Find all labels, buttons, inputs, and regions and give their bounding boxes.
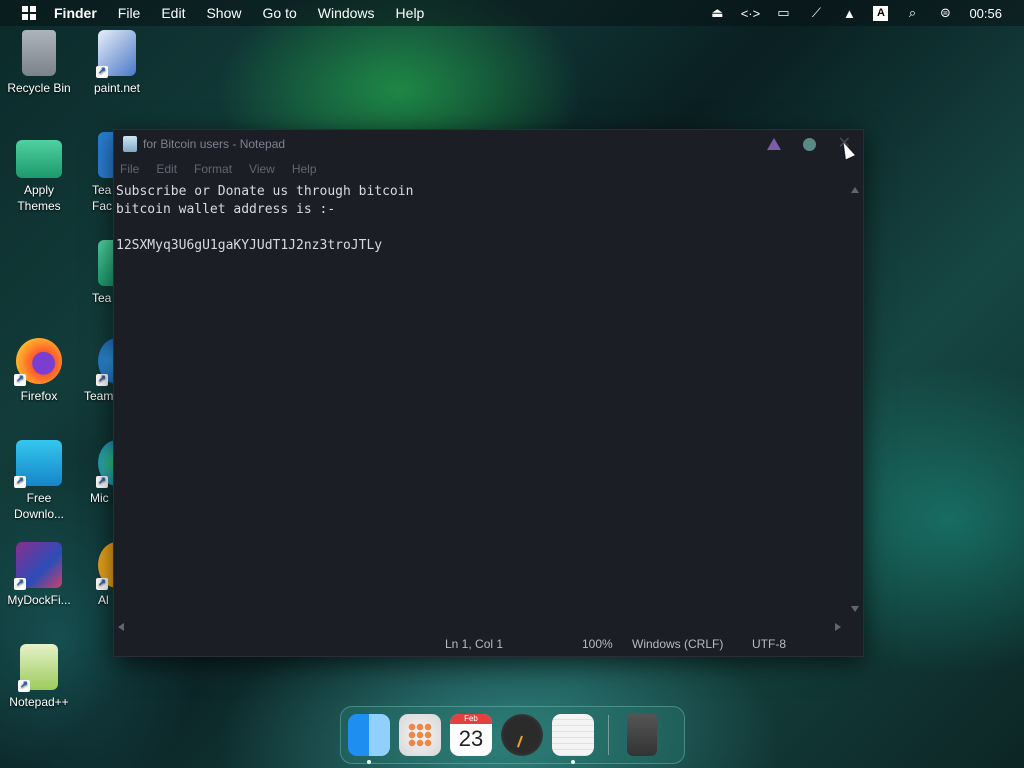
download-manager-icon: ↗ — [14, 440, 62, 488]
code-icon[interactable]: <·> — [741, 4, 761, 22]
menu-bar: Finder File Edit Show Go to Windows Help… — [0, 0, 1024, 26]
scroll-down-arrow-icon[interactable] — [851, 606, 859, 612]
windows-logo-icon[interactable] — [22, 6, 36, 20]
launchpad-grid-icon — [408, 723, 432, 747]
notepad-menu-edit[interactable]: Edit — [156, 162, 177, 176]
network-icon[interactable]: ⟋ — [807, 4, 825, 22]
search-icon[interactable]: ⌕ — [903, 4, 921, 22]
minimize-button[interactable] — [766, 138, 781, 150]
menu-go-to[interactable]: Go to — [263, 5, 297, 21]
system-tray: ⏏ <·> ▭ ⟋ ▲ A ⌕ ⊜ 00:56 — [708, 0, 1024, 26]
desktop-icon-apply-themes[interactable]: Apply Themes — [0, 136, 78, 214]
menu-app-finder[interactable]: Finder — [54, 5, 97, 21]
firefox-icon: ↗ — [14, 338, 62, 386]
dock-separator — [608, 715, 609, 755]
mydockfinder-icon: ↗ — [14, 542, 62, 590]
desktop-icon-paint-net[interactable]: ↗ paint.net — [78, 30, 156, 96]
calendar-day: 23 — [458, 726, 484, 751]
dock: Feb 23 — [340, 706, 685, 764]
recycle-bin-icon — [22, 30, 56, 76]
dock-calendar[interactable]: Feb 23 — [450, 714, 492, 756]
paint-net-icon: ↗ — [96, 30, 136, 78]
menu-file[interactable]: File — [118, 5, 141, 21]
desktop-icon-firefox[interactable]: ↗ Firefox — [0, 338, 78, 404]
menu-edit[interactable]: Edit — [161, 5, 185, 21]
notepad-menu-format[interactable]: Format — [194, 162, 232, 176]
notepad-plus-plus-icon: ↗ — [18, 644, 58, 692]
status-encoding: UTF-8 — [752, 637, 786, 651]
folder-icon — [16, 140, 62, 178]
keyboard-indicator[interactable]: A — [873, 5, 889, 21]
scroll-right-arrow-icon[interactable] — [835, 623, 841, 631]
menu-help[interactable]: Help — [396, 5, 425, 21]
notepad-app-icon — [123, 136, 137, 152]
dock-trash[interactable] — [627, 714, 657, 756]
dock-clock[interactable] — [501, 714, 543, 756]
notepad-menu-help[interactable]: Help — [292, 162, 317, 176]
dock-launchpad[interactable] — [399, 714, 441, 756]
dock-finder[interactable] — [348, 714, 390, 764]
notepad-window: for Bitcoin users - Notepad ✕ File Edit … — [113, 129, 864, 657]
maximize-button[interactable] — [802, 137, 816, 151]
upload-icon[interactable]: ▲ — [840, 4, 858, 22]
desktop-icon-recycle-bin[interactable]: Recycle Bin — [0, 30, 78, 96]
notepad-menu-bar: File Edit Format View Help — [114, 158, 863, 180]
menu-show[interactable]: Show — [206, 5, 241, 21]
notepad-menu-view[interactable]: View — [249, 162, 275, 176]
clock-hands-icon — [516, 735, 523, 748]
menu-windows[interactable]: Windows — [318, 5, 375, 21]
notepad-title: for Bitcoin users - Notepad — [143, 137, 286, 151]
desktop-icon-notepad-plus-plus[interactable]: ↗ Notepad++ — [0, 644, 78, 710]
running-indicator — [367, 760, 371, 764]
notepad-title-bar[interactable]: for Bitcoin users - Notepad ✕ — [114, 130, 863, 158]
calendar-month: Feb — [450, 714, 492, 724]
notepad-text-area[interactable]: Subscribe or Donate us through bitcoin b… — [116, 183, 846, 623]
desktop-icon-mydockfinder[interactable]: ↗ MyDockFi... — [0, 542, 78, 608]
control-center-icon[interactable]: ⊜ — [936, 4, 954, 22]
status-zoom: 100% — [582, 637, 613, 651]
status-cursor-position: Ln 1, Col 1 — [445, 637, 504, 651]
dock-textedit[interactable] — [552, 714, 594, 764]
clock[interactable]: 00:56 — [969, 6, 1002, 21]
running-indicator — [571, 760, 575, 764]
notepad-status-bar: Ln 1, Col 1 100% Windows (CRLF) UTF-8 — [114, 632, 863, 656]
eject-icon[interactable]: ⏏ — [708, 4, 726, 22]
display-icon[interactable]: ▭ — [774, 4, 792, 22]
desktop-icon-free-download[interactable]: ↗ Free Downlo... — [0, 440, 78, 522]
notepad-menu-file[interactable]: File — [120, 162, 139, 176]
status-line-ending: Windows (CRLF) — [632, 637, 724, 651]
scroll-left-arrow-icon[interactable] — [118, 623, 124, 631]
scroll-up-arrow-icon[interactable] — [851, 187, 859, 193]
